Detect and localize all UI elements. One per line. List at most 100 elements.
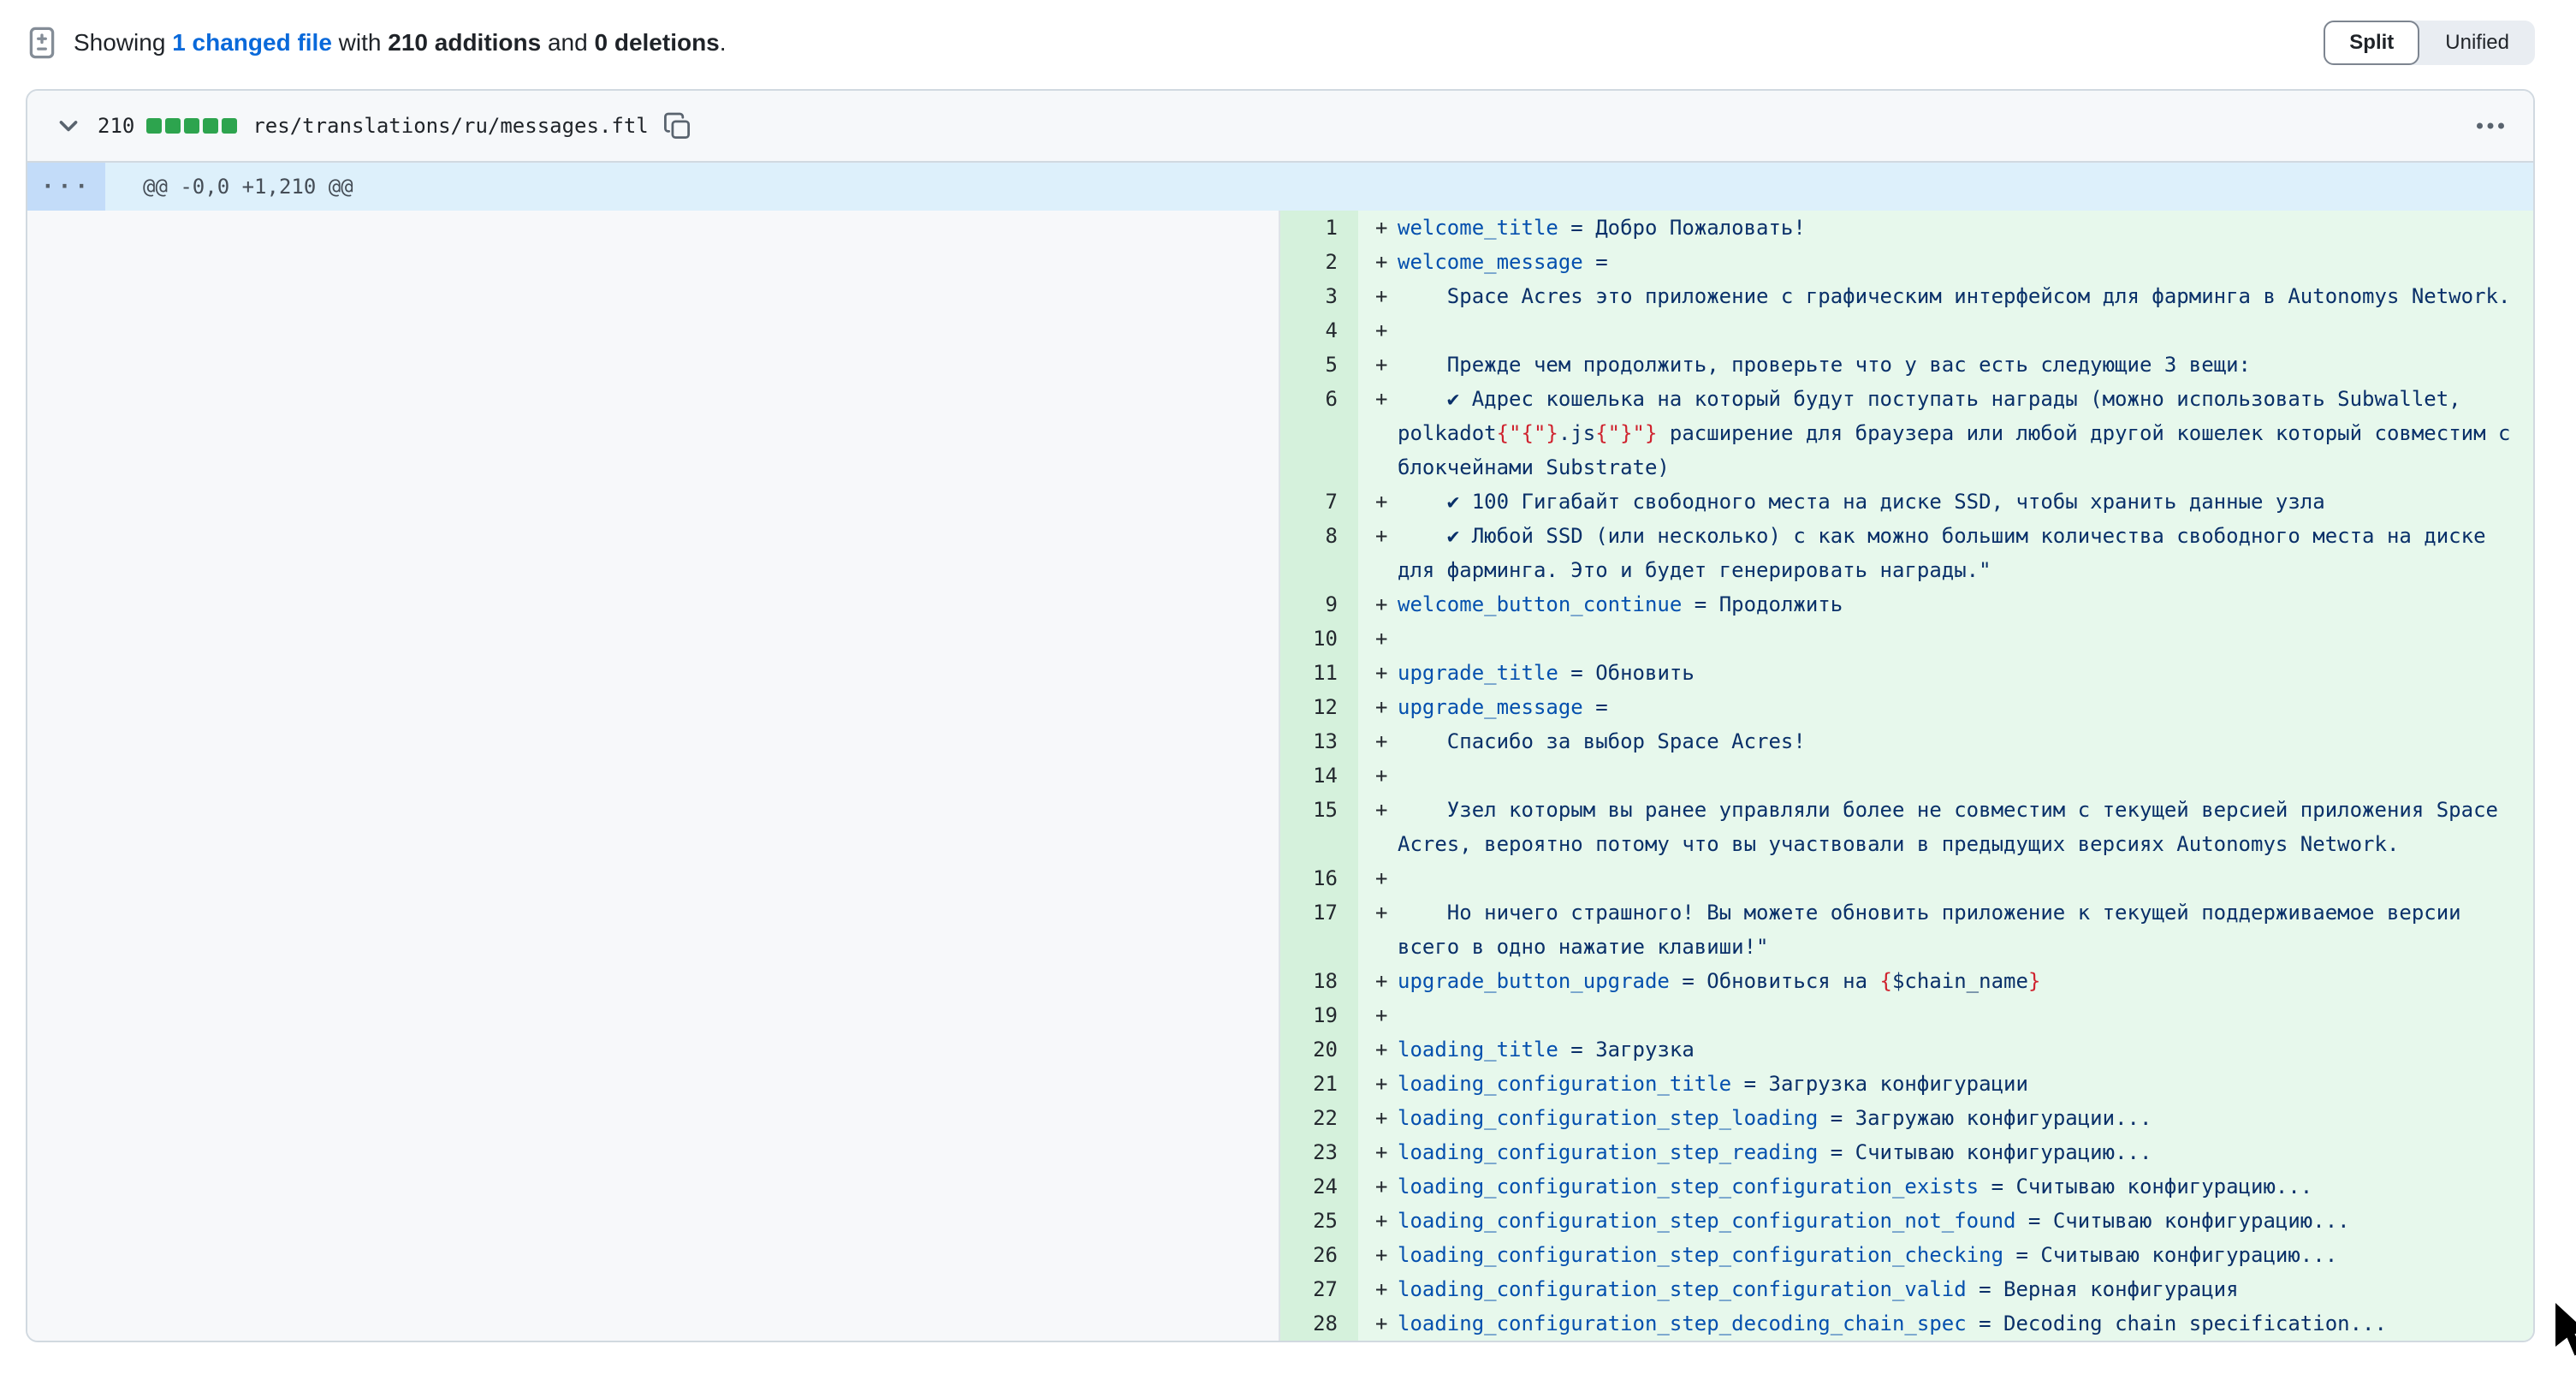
expand-hunk-button[interactable]: ··· bbox=[27, 163, 105, 211]
code-text bbox=[1398, 998, 2520, 1032]
diff-row: 11 + upgrade_title = Обновить bbox=[1280, 656, 2533, 690]
diff-summary-bar: Showing 1 changed file with 210 addition… bbox=[0, 0, 2576, 86]
added-line: + ✔ Любой SSD (или несколько) с как можн… bbox=[1358, 519, 2533, 587]
added-line: + loading_configuration_step_loading = За… bbox=[1358, 1101, 2533, 1135]
code-text: welcome_message = bbox=[1398, 245, 2520, 279]
line-number[interactable]: 19 bbox=[1280, 998, 1358, 1032]
diff-row: 14 + bbox=[1280, 758, 2533, 793]
code-text: loading_configuration_step_decoding_chai… bbox=[1398, 1306, 2520, 1341]
code-text: upgrade_title = Обновить bbox=[1398, 656, 2520, 690]
line-number[interactable]: 13 bbox=[1280, 724, 1358, 758]
chevron-down-icon[interactable] bbox=[53, 110, 84, 141]
line-number[interactable]: 9 bbox=[1280, 587, 1358, 622]
addition-marker: + bbox=[1375, 861, 1387, 895]
code-text: loading_configuration_step_configuration… bbox=[1398, 1204, 2520, 1238]
line-number[interactable]: 27 bbox=[1280, 1272, 1358, 1306]
line-number[interactable]: 6 bbox=[1280, 382, 1358, 485]
diff-row: 1+welcome_title = Добро Пожаловать! bbox=[1280, 211, 2533, 245]
diff-row: 24+loading_configuration_step_configurat… bbox=[1280, 1169, 2533, 1204]
line-number[interactable]: 14 bbox=[1280, 758, 1358, 793]
line-number[interactable]: 2 bbox=[1280, 245, 1358, 279]
additions-count-text: 210 additions bbox=[388, 29, 541, 56]
addition-marker: + bbox=[1375, 382, 1387, 416]
addition-marker: + bbox=[1375, 724, 1387, 758]
added-line: + Спасибо за выбор Space Acres! bbox=[1358, 724, 2533, 758]
line-number[interactable]: 23 bbox=[1280, 1135, 1358, 1169]
line-number[interactable]: 18 bbox=[1280, 964, 1358, 998]
addition-marker: + bbox=[1375, 758, 1387, 793]
addition-marker: + bbox=[1375, 1101, 1387, 1135]
diff-row: 17+ Но ничего страшного! Вы можете обнов… bbox=[1280, 895, 2533, 964]
added-line: + bbox=[1358, 622, 2533, 656]
diff-row: 8+ ✔ Любой SSD (или несколько) с как мож… bbox=[1280, 519, 2533, 587]
line-number[interactable]: 20 bbox=[1280, 1032, 1358, 1067]
addition-marker: + bbox=[1375, 485, 1387, 519]
addition-marker: + bbox=[1375, 1204, 1387, 1238]
file-diff-icon bbox=[26, 27, 58, 59]
split-view-button[interactable]: Split bbox=[2324, 21, 2419, 65]
line-number[interactable]: 12 bbox=[1280, 690, 1358, 724]
added-line: + Прежде чем продолжить, проверьте что у… bbox=[1358, 348, 2533, 382]
code-text: Прежде чем продолжить, проверьте что у в… bbox=[1398, 348, 2520, 382]
added-line: + bbox=[1358, 758, 2533, 793]
line-number[interactable]: 21 bbox=[1280, 1067, 1358, 1101]
diff-row: 4+ bbox=[1280, 313, 2533, 348]
code-text: loading_title = Загрузка bbox=[1398, 1032, 2520, 1067]
code-text: ✔ Адрес кошелька на который будут поступ… bbox=[1398, 382, 2520, 485]
added-line: + Узел которым вы ранее управляли более … bbox=[1358, 793, 2533, 861]
addition-marker: + bbox=[1375, 279, 1387, 313]
addition-marker: + bbox=[1375, 656, 1387, 690]
code-text: Space Acres это приложение с графическим… bbox=[1398, 279, 2520, 313]
file-diff-card: 210 res/translations/ru/messages.ftl ···… bbox=[26, 89, 2535, 1342]
diff-row: 16 + bbox=[1280, 861, 2533, 895]
diff-row: 23+loading_configuration_step_reading = … bbox=[1280, 1135, 2533, 1169]
summary-text: Showing 1 changed file with 210 addition… bbox=[74, 29, 727, 57]
line-number[interactable]: 3 bbox=[1280, 279, 1358, 313]
added-line: + bbox=[1358, 861, 2533, 895]
line-number[interactable]: 1 bbox=[1280, 211, 1358, 245]
code-text: upgrade_button_upgrade = Обновиться на {… bbox=[1398, 964, 2520, 998]
line-number[interactable]: 28 bbox=[1280, 1306, 1358, 1341]
added-line: + upgrade_title = Обновить bbox=[1358, 656, 2533, 690]
added-line: +loading_configuration_step_configuratio… bbox=[1358, 1169, 2533, 1204]
summary-with: with bbox=[332, 29, 388, 56]
diff-row: 26+loading_configuration_step_configurat… bbox=[1280, 1238, 2533, 1272]
hunk-header-text: @@ -0,0 +1,210 @@ bbox=[105, 163, 2533, 211]
line-number[interactable]: 17 bbox=[1280, 895, 1358, 964]
diff-row: 13+ Спасибо за выбор Space Acres! bbox=[1280, 724, 2533, 758]
kebab-menu-icon[interactable] bbox=[2473, 109, 2508, 143]
line-number[interactable]: 11 bbox=[1280, 656, 1358, 690]
addition-marker: + bbox=[1375, 211, 1387, 245]
diff-row: 6 + ✔ Адрес кошелька на который будут пос… bbox=[1280, 382, 2533, 485]
addition-marker: + bbox=[1375, 1169, 1387, 1204]
addition-marker: + bbox=[1375, 313, 1387, 348]
diff-row: 10+ bbox=[1280, 622, 2533, 656]
line-number[interactable]: 25 bbox=[1280, 1204, 1358, 1238]
line-number[interactable]: 26 bbox=[1280, 1238, 1358, 1272]
line-number[interactable]: 4 bbox=[1280, 313, 1358, 348]
line-number[interactable]: 15 bbox=[1280, 793, 1358, 861]
line-number[interactable]: 8 bbox=[1280, 519, 1358, 587]
diff-row: 12+upgrade_message = bbox=[1280, 690, 2533, 724]
added-line: +loading_configuration_step_configuratio… bbox=[1358, 1272, 2533, 1306]
addition-marker: + bbox=[1375, 1272, 1387, 1306]
added-line: +upgrade_button_upgrade = Обновиться на … bbox=[1358, 964, 2533, 998]
line-number[interactable]: 24 bbox=[1280, 1169, 1358, 1204]
line-number[interactable]: 16 bbox=[1280, 861, 1358, 895]
diff-view-toggle: Split Unified bbox=[2324, 21, 2535, 65]
addition-marker: + bbox=[1375, 348, 1387, 382]
unified-view-button[interactable]: Unified bbox=[2419, 21, 2535, 65]
diff-row: 2+welcome_message = bbox=[1280, 245, 2533, 279]
line-number[interactable]: 5 bbox=[1280, 348, 1358, 382]
line-number[interactable]: 22 bbox=[1280, 1101, 1358, 1135]
changed-files-link[interactable]: 1 changed file bbox=[172, 29, 332, 56]
line-number[interactable]: 10 bbox=[1280, 622, 1358, 656]
added-line: +loading_configuration_step_reading = Сч… bbox=[1358, 1135, 2533, 1169]
line-number[interactable]: 7 bbox=[1280, 485, 1358, 519]
diffstat-blocks bbox=[146, 118, 237, 134]
code-text: loading_configuration_step_loading = Заг… bbox=[1398, 1101, 2520, 1135]
added-line: +loading_title = Загрузка bbox=[1358, 1032, 2533, 1067]
copy-icon[interactable] bbox=[662, 111, 691, 140]
diff-row: 25 + loading_configuration_step_configurat… bbox=[1280, 1204, 2533, 1238]
code-text bbox=[1398, 622, 2520, 656]
